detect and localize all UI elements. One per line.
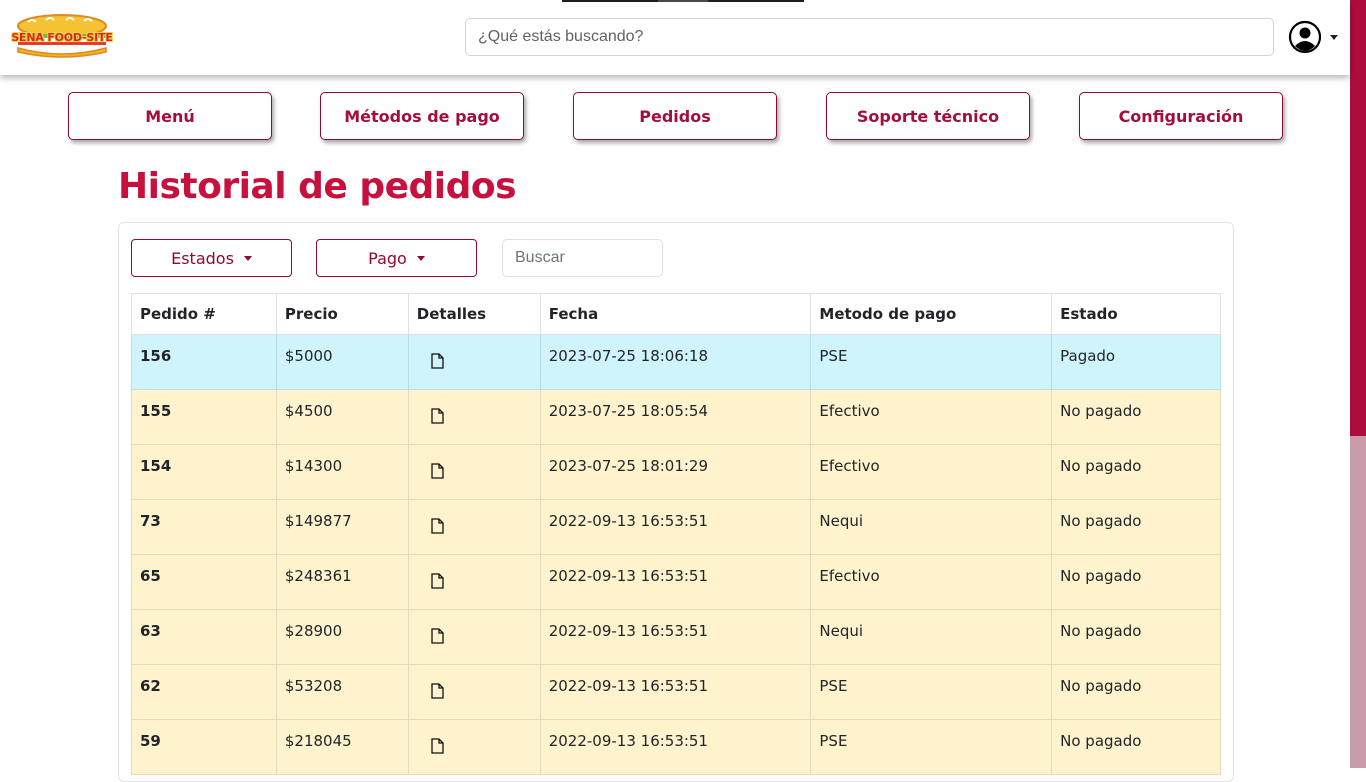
order-date: 2022-09-13 16:53:51 [539,554,812,610]
order-status: No pagado [1051,389,1221,445]
payment-method: Nequi [810,499,1053,555]
column-header: Fecha [539,293,812,335]
order-date: 2023-07-25 18:01:29 [539,444,812,500]
table-header-row: Pedido # Precio Detalles Fecha Metodo de… [131,293,1221,335]
payment-method: Efectivo [810,444,1053,500]
table-row[interactable]: 154 $14300 2023-07-25 18:01:29 Efectivo … [131,444,1221,500]
table-row[interactable]: 59 $218045 2022-09-13 16:53:51 PSE No pa… [131,719,1221,775]
order-status: No pagado [1051,609,1221,665]
page-title: Historial de pedidos [118,166,517,207]
order-number: 59 [131,719,277,775]
payment-filter-label: Pago [368,248,407,268]
order-status: No pagado [1051,664,1221,720]
order-price: $248361 [275,554,409,610]
order-date: 2023-07-25 18:05:54 [539,389,812,445]
global-search-input[interactable] [465,18,1274,56]
payment-method: Nequi [810,609,1053,665]
order-number: 156 [131,334,277,390]
order-price: $149877 [275,499,409,555]
order-details-cell [407,389,541,445]
top-header: SENA FOOD-SITE [0,0,1350,75]
payment-method: PSE [810,719,1053,775]
order-status: No pagado [1051,719,1221,775]
document-icon[interactable] [431,408,444,428]
table-row[interactable]: 156 $5000 2023-07-25 18:06:18 PSE Pagado [131,334,1221,390]
payment-method: PSE [810,664,1053,720]
order-price: $53208 [275,664,409,720]
order-price: $218045 [275,719,409,775]
table-row[interactable]: 65 $248361 2022-09-13 16:53:51 Efectivo … [131,554,1221,610]
order-date: 2022-09-13 16:53:51 [539,499,812,555]
logo-text: SENA FOOD-SITE [11,31,113,44]
user-menu-button[interactable] [1288,20,1340,54]
document-icon[interactable] [431,463,444,483]
document-icon[interactable] [431,738,444,758]
order-details-cell [407,609,541,665]
table-row[interactable]: 62 $53208 2022-09-13 16:53:51 PSE No pag… [131,664,1221,720]
order-details-cell [407,664,541,720]
order-date: 2022-09-13 16:53:51 [539,664,812,720]
table-row[interactable]: 73 $149877 2022-09-13 16:53:51 Nequi No … [131,499,1221,555]
order-number: 62 [131,664,277,720]
chevron-down-icon [1330,35,1338,40]
column-header: Pedido # [131,293,277,335]
orders-search-input[interactable] [502,239,663,277]
order-date: 2022-09-13 16:53:51 [539,609,812,665]
status-filter-dropdown[interactable]: Estados [131,239,292,277]
status-filter-label: Estados [171,248,234,268]
payment-filter-dropdown[interactable]: Pago [316,239,477,277]
order-date: 2023-07-25 18:06:18 [539,334,812,390]
order-number: 154 [131,444,277,500]
order-details-cell [407,444,541,500]
nav-settings-button[interactable]: Configuración [1079,92,1283,140]
order-price: $5000 [275,334,409,390]
order-number: 65 [131,554,277,610]
order-price: $28900 [275,609,409,665]
order-details-cell [407,499,541,555]
order-status: No pagado [1051,444,1221,500]
document-icon[interactable] [431,628,444,648]
column-header: Metodo de pago [810,293,1053,335]
caret-down-icon [243,255,252,261]
order-number: 73 [131,499,277,555]
nav-support-button[interactable]: Soporte técnico [826,92,1030,140]
caret-down-icon [416,255,425,261]
order-status: Pagado [1051,334,1221,390]
order-details-cell [407,719,541,775]
document-icon[interactable] [431,573,444,593]
order-details-cell [407,554,541,610]
order-price: $14300 [275,444,409,500]
user-circle-icon [1288,20,1322,54]
site-logo[interactable]: SENA FOOD-SITE [10,14,114,60]
column-header: Precio [275,293,409,335]
top-progress-bar [562,0,804,2]
order-details-cell [407,334,541,390]
order-number: 155 [131,389,277,445]
column-header: Detalles [407,293,541,335]
table-row[interactable]: 63 $28900 2022-09-13 16:53:51 Nequi No p… [131,609,1221,665]
payment-method: PSE [810,334,1053,390]
payment-method: Efectivo [810,389,1053,445]
nav-orders-button[interactable]: Pedidos [573,92,777,140]
order-price: $4500 [275,389,409,445]
document-icon[interactable] [431,518,444,538]
order-status: No pagado [1051,499,1221,555]
table-row[interactable]: 155 $4500 2023-07-25 18:05:54 Efectivo N… [131,389,1221,445]
payment-method: Efectivo [810,554,1053,610]
document-icon[interactable] [431,353,444,373]
nav-menu-button[interactable]: Menú [68,92,272,140]
order-status: No pagado [1051,554,1221,610]
order-number: 63 [131,609,277,665]
column-header: Estado [1051,293,1221,335]
scrollbar-thumb[interactable] [1350,0,1366,436]
orders-table: Pedido # Precio Detalles Fecha Metodo de… [131,293,1221,775]
nav-payment-methods-button[interactable]: Métodos de pago [320,92,524,140]
page-scrollbar[interactable] [1350,0,1366,768]
document-icon[interactable] [431,683,444,703]
order-date: 2022-09-13 16:53:51 [539,719,812,775]
